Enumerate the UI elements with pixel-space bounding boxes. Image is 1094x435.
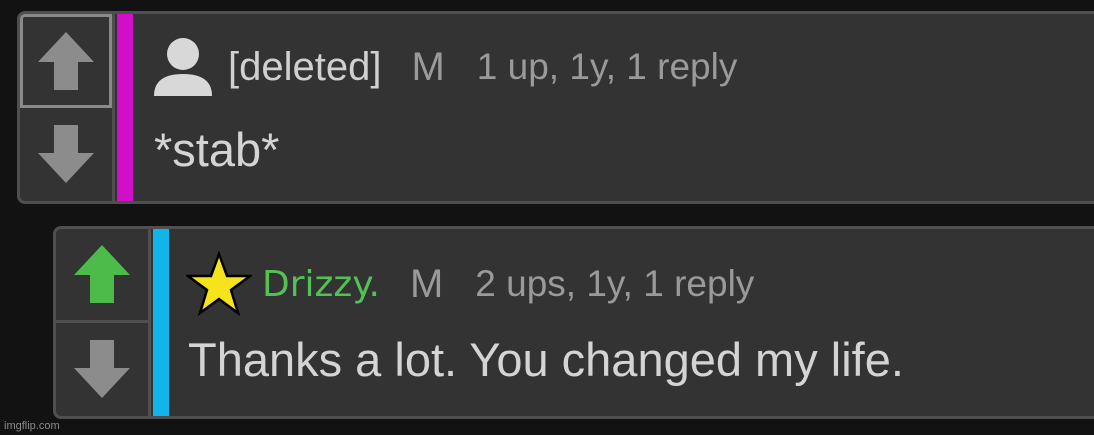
- arrow-up-icon: [38, 31, 94, 90]
- comment-card: Drizzy. M 2 ups, 1y, 1 reply Thanks a lo…: [53, 226, 1094, 419]
- arrow-up-icon: [74, 245, 130, 304]
- upvote-button[interactable]: [20, 14, 112, 108]
- star-icon: [186, 251, 252, 317]
- comment-header: Drizzy. M 2 ups, 1y, 1 reply: [186, 251, 754, 317]
- thread-depth-bar: [117, 14, 133, 201]
- username-link[interactable]: Drizzy.: [262, 264, 380, 305]
- vote-column: [56, 229, 151, 416]
- comment-body: *stab*: [154, 123, 280, 176]
- downvote-button[interactable]: [20, 108, 112, 202]
- downvote-button[interactable]: [56, 323, 148, 417]
- arrow-down-icon: [38, 125, 94, 184]
- comment-meta: 1 up, 1y, 1 reply: [476, 46, 738, 87]
- username-link[interactable]: [deleted]: [228, 45, 381, 90]
- watermark: imgflip.com: [4, 420, 60, 432]
- comment-card: [deleted] M 1 up, 1y, 1 reply *stab*: [17, 11, 1094, 204]
- arrow-down-icon: [74, 340, 130, 399]
- thread-depth-bar: [153, 229, 169, 416]
- user-silhouette-icon: [154, 38, 212, 96]
- comment-body: Thanks a lot. You changed my life.: [188, 333, 904, 386]
- comment-header: [deleted] M 1 up, 1y, 1 reply: [150, 34, 737, 100]
- comment-meta: 2 ups, 1y, 1 reply: [475, 263, 755, 304]
- mod-flag: M: [409, 261, 444, 306]
- upvote-button[interactable]: [56, 229, 148, 323]
- vote-column: [20, 14, 115, 201]
- mod-flag: M: [411, 44, 445, 89]
